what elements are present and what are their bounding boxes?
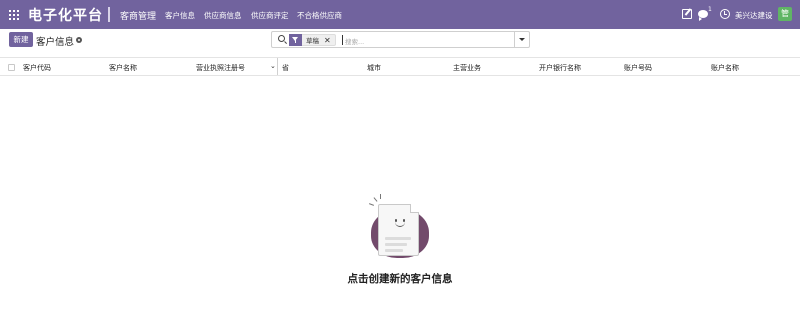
brand-divider	[108, 7, 110, 22]
company-switcher[interactable]: 美兴达建设	[735, 10, 773, 21]
user-avatar[interactable]: 管	[778, 7, 792, 21]
column-header-account-number[interactable]: 账户号码	[624, 63, 652, 73]
close-icon[interactable]: ✕	[324, 36, 335, 45]
search-options-toggle[interactable]	[514, 32, 529, 47]
filter-icon	[289, 33, 302, 46]
chat-icon[interactable]	[698, 10, 708, 21]
document-icon	[378, 204, 419, 256]
search-icon	[278, 35, 285, 42]
app-title[interactable]: 客商管理	[120, 9, 156, 22]
chat-count-badge: 1	[708, 6, 712, 13]
new-button[interactable]: 新建	[9, 32, 33, 47]
column-resize-handle[interactable]	[277, 58, 278, 75]
text-caret	[342, 35, 343, 45]
column-header-name[interactable]: 客户名称	[109, 63, 137, 73]
menu-supplier-info[interactable]: 供应商信息	[204, 10, 242, 21]
menu-supplier-evaluation[interactable]: 供应商评定	[251, 10, 289, 21]
menu-unqualified-supplier[interactable]: 不合格供应商	[297, 10, 342, 21]
column-header-license[interactable]: 营业执照注册号	[196, 63, 245, 73]
gear-icon[interactable]	[76, 37, 82, 43]
column-header-account-name[interactable]: 账户名称	[711, 63, 739, 73]
top-navbar: 电子化平台 客商管理 客户信息 供应商信息 供应商评定 不合格供应商 1 美兴达…	[0, 0, 800, 29]
column-header-province[interactable]: 省	[282, 63, 289, 73]
select-all-checkbox[interactable]	[8, 64, 15, 71]
menu-customer-info[interactable]: 客户信息	[165, 10, 195, 21]
search-bar[interactable]: 草稿 ✕ 搜索...	[271, 31, 530, 48]
empty-state-illustration	[365, 194, 433, 258]
breadcrumb: 客户信息	[36, 37, 75, 48]
edit-icon[interactable]	[682, 9, 692, 19]
brand-logo: 电子化平台	[28, 8, 103, 24]
empty-state-title: 点击创建新的客户信息	[347, 273, 453, 285]
column-header-code[interactable]: 客户代码	[23, 63, 51, 73]
activity-clock-icon[interactable]	[720, 9, 730, 19]
column-header-bank[interactable]: 开户银行名称	[539, 63, 581, 73]
search-input[interactable]: 搜索...	[345, 36, 364, 46]
app-menu-icon[interactable]	[9, 10, 19, 20]
chevron-down-icon[interactable]: ⌄	[270, 62, 276, 70]
facet-label: 草稿	[306, 37, 319, 45]
table-header: 客户代码 客户名称 营业执照注册号 ⌄ 省 城市 主营业务 开户银行名称 账户号…	[0, 57, 800, 76]
search-facet: 草稿 ✕	[289, 33, 336, 46]
column-header-city[interactable]: 城市	[367, 63, 381, 73]
column-header-business[interactable]: 主营业务	[453, 63, 481, 73]
